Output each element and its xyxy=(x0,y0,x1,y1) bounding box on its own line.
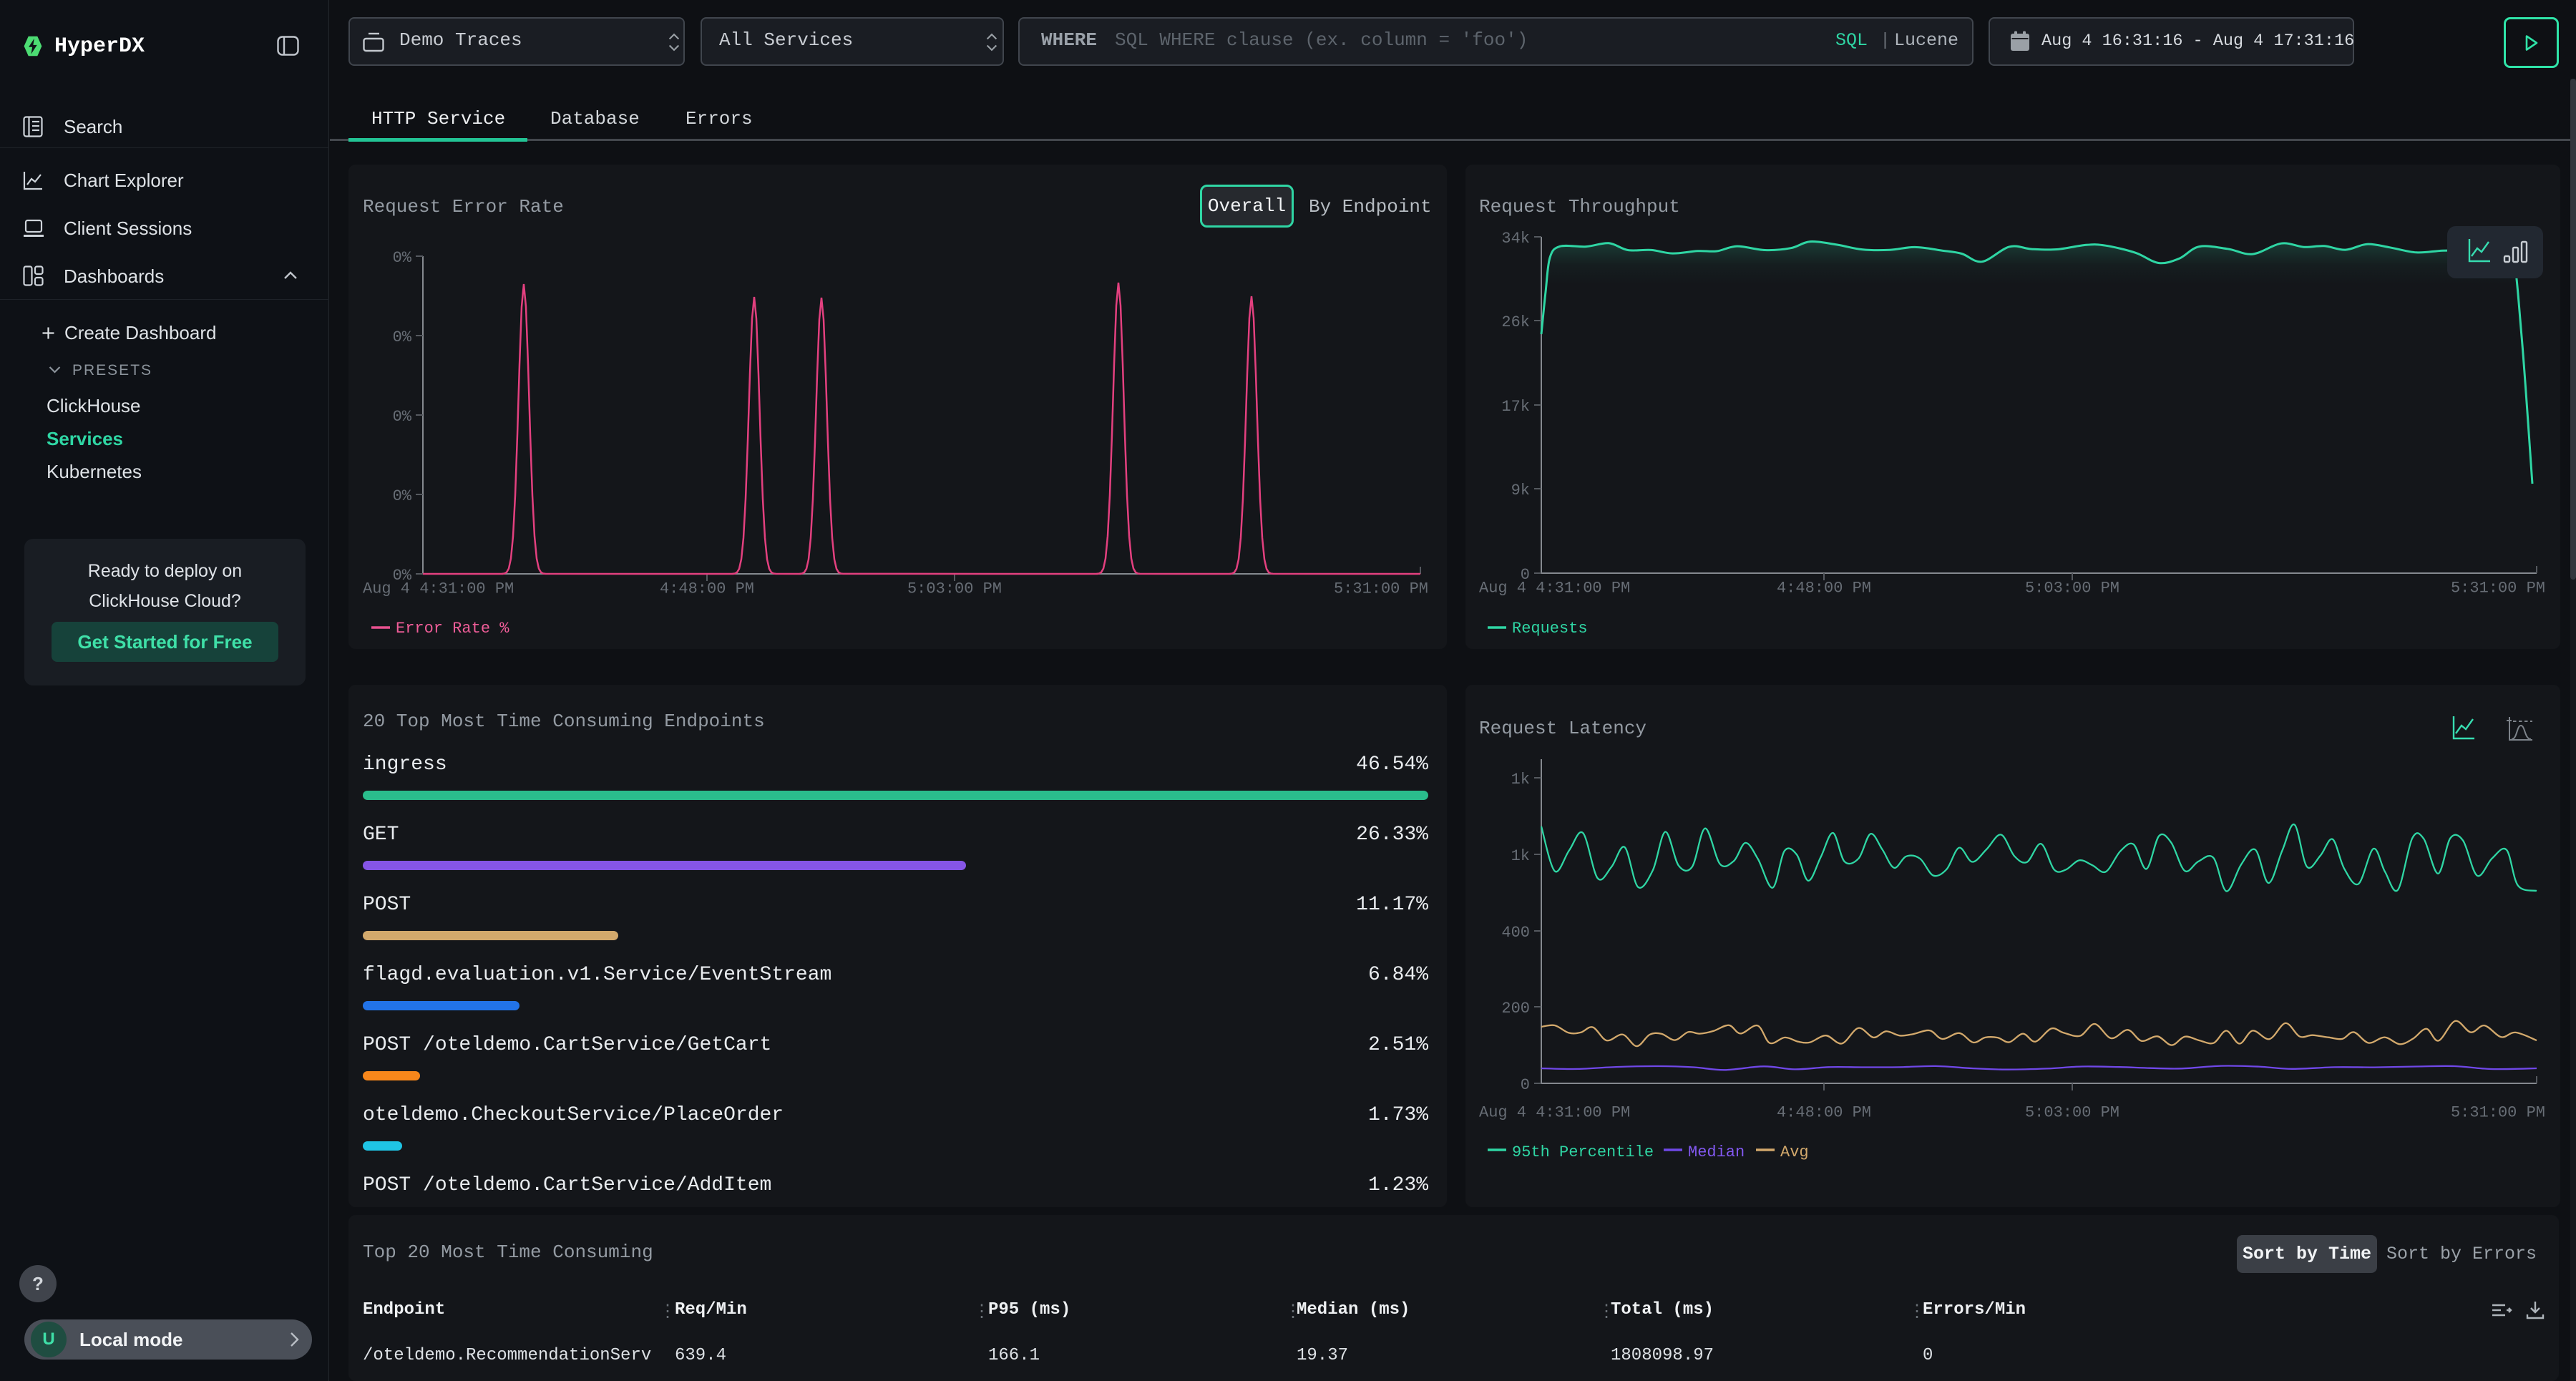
svg-text:17k: 17k xyxy=(1501,398,1530,416)
svg-text:5:03:00 PM: 5:03:00 PM xyxy=(2025,1103,2119,1121)
svg-text:5:31:00 PM: 5:31:00 PM xyxy=(2451,1103,2545,1121)
svg-text:Requests: Requests xyxy=(1512,620,1588,638)
svg-text:1k: 1k xyxy=(1511,771,1530,789)
svg-text:Median: Median xyxy=(1688,1143,1745,1161)
svg-text:0%: 0% xyxy=(393,487,412,505)
svg-text:Error Rate %: Error Rate % xyxy=(396,620,509,638)
svg-text:0%: 0% xyxy=(393,408,412,426)
svg-text:34k: 34k xyxy=(1501,230,1530,248)
svg-text:1k: 1k xyxy=(1511,847,1530,865)
svg-text:Aug 4 4:31:00 PM: Aug 4 4:31:00 PM xyxy=(363,580,514,597)
svg-text:0%: 0% xyxy=(393,328,412,346)
svg-text:4:48:00 PM: 4:48:00 PM xyxy=(1777,579,1871,597)
svg-text:400: 400 xyxy=(1501,924,1530,942)
svg-text:95th Percentile: 95th Percentile xyxy=(1512,1143,1654,1161)
svg-text:Avg: Avg xyxy=(1780,1143,1809,1161)
svg-text:0%: 0% xyxy=(393,249,412,267)
svg-text:9k: 9k xyxy=(1511,482,1530,499)
svg-text:5:03:00 PM: 5:03:00 PM xyxy=(907,580,1002,597)
svg-text:200: 200 xyxy=(1501,1000,1530,1018)
svg-text:26k: 26k xyxy=(1501,313,1530,331)
svg-text:Aug 4 4:31:00 PM: Aug 4 4:31:00 PM xyxy=(1479,579,1630,597)
svg-text:4:48:00 PM: 4:48:00 PM xyxy=(1777,1103,1871,1121)
svg-text:5:03:00 PM: 5:03:00 PM xyxy=(2025,579,2119,597)
svg-text:0: 0 xyxy=(1521,1076,1530,1094)
svg-text:Aug 4 4:31:00 PM: Aug 4 4:31:00 PM xyxy=(1479,1103,1630,1121)
svg-text:5:31:00 PM: 5:31:00 PM xyxy=(1334,580,1428,597)
svg-text:4:48:00 PM: 4:48:00 PM xyxy=(660,580,754,597)
svg-text:5:31:00 PM: 5:31:00 PM xyxy=(2451,579,2545,597)
